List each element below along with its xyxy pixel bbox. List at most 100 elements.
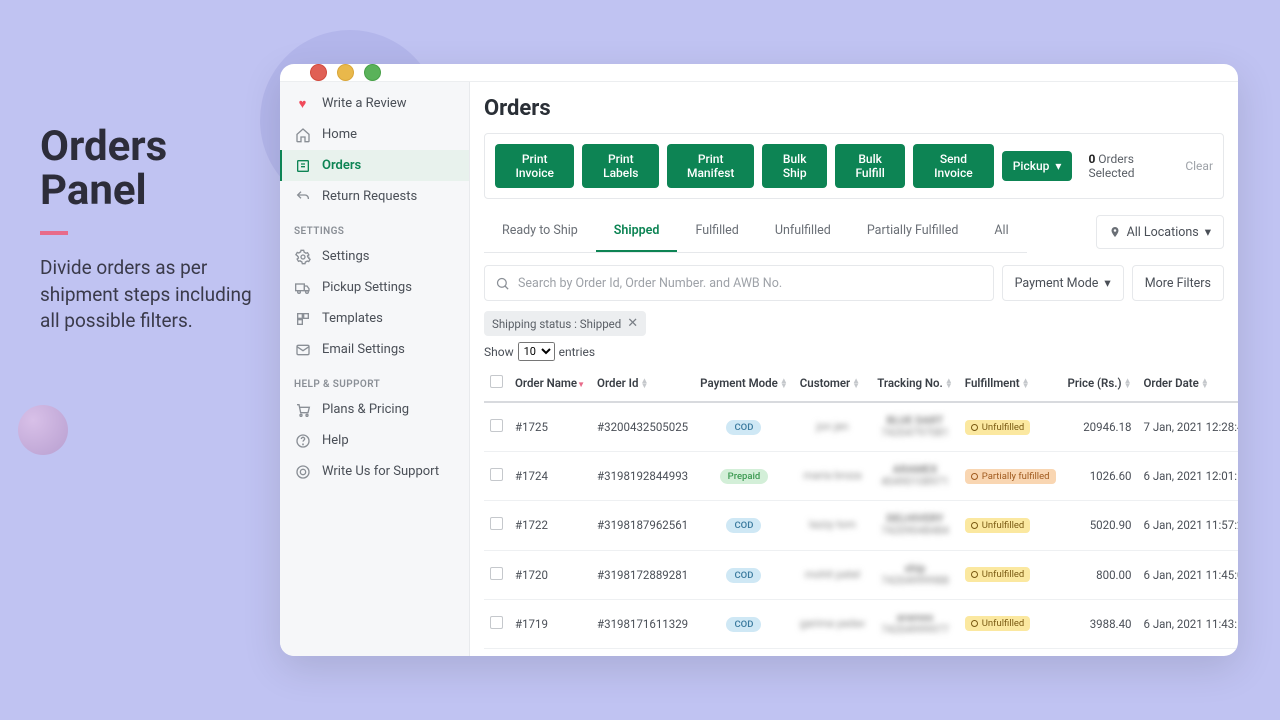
search-icon (495, 276, 510, 291)
sidebar-item-label: Templates (322, 311, 383, 326)
cell-date: 6 Jan, 2021 12:01:52 (1138, 452, 1239, 501)
cell-order-id: #3198187962561 (591, 501, 694, 550)
table-header-row: Order Name▼ Order Id▲▼ Payment Mode▲▼ Cu… (484, 365, 1238, 402)
fulfillment-badge: Unfulfilled (965, 518, 1031, 533)
sidebar-item-settings[interactable]: Settings (280, 241, 469, 272)
col-payment-mode[interactable]: Payment Mode▲▼ (694, 365, 794, 402)
selected-count-label: 0 Orders Selected (1088, 152, 1169, 180)
sidebar-item-plans[interactable]: Plans & Pricing (280, 394, 469, 425)
help-icon (294, 432, 311, 449)
row-checkbox[interactable] (490, 616, 503, 629)
payment-pill: Prepaid (720, 469, 769, 484)
sidebar-item-label: Pickup Settings (322, 280, 412, 295)
row-checkbox[interactable] (490, 567, 503, 580)
chevron-down-icon: ▾ (1055, 159, 1061, 173)
cell-tracking: DELHIVERY74209048484 (877, 513, 953, 537)
sidebar-item-label: Orders (322, 158, 361, 173)
sidebar-section-help: HELP & SUPPORT (280, 365, 469, 394)
tab-ready-to-ship[interactable]: Ready to Ship (484, 211, 596, 252)
col-fulfillment[interactable]: Fulfillment▲▼ (959, 365, 1062, 402)
cell-price: 1026.60 (1062, 452, 1138, 501)
sidebar-item-returns[interactable]: Return Requests (280, 181, 469, 212)
payment-pill: COD (726, 568, 761, 583)
cell-date: 6 Jan, 2021 11:45:08 (1138, 550, 1239, 599)
cell-tracking: ship74204999988 (877, 563, 953, 587)
cell-price: 20946.18 (1062, 402, 1138, 452)
pin-icon (1109, 226, 1121, 238)
truck-icon (294, 279, 311, 296)
col-price[interactable]: Price (Rs.)▲▼ (1062, 365, 1138, 402)
chevron-down-icon: ▾ (1104, 275, 1110, 291)
sidebar-item-orders[interactable]: Orders (280, 150, 469, 181)
cell-order-id: #3198169678017 (591, 648, 694, 656)
sidebar-item-label: Home (322, 127, 357, 142)
sidebar-item-label: Write a Review (322, 96, 407, 111)
table-row: #1720#3198172889281CODmohit patelship742… (484, 550, 1238, 599)
cell-order-name: #1718 (509, 648, 591, 656)
row-checkbox[interactable] (490, 419, 503, 432)
row-checkbox[interactable] (490, 517, 503, 530)
col-order-id[interactable]: Order Id▲▼ (591, 365, 694, 402)
sidebar-item-label: Plans & Pricing (322, 402, 409, 417)
close-icon[interactable] (310, 64, 327, 81)
print-labels-button[interactable]: Print Labels (582, 144, 659, 188)
sidebar-item-email-settings[interactable]: Email Settings (280, 334, 469, 365)
sidebar-item-support[interactable]: Write Us for Support (280, 456, 469, 487)
print-manifest-button[interactable]: Print Manifest (667, 144, 754, 188)
page-title: Orders (484, 96, 1224, 121)
cell-date: 6 Jan, 2021 11:40:54 (1138, 648, 1239, 656)
row-checkbox[interactable] (490, 468, 503, 481)
main-panel: Orders Print Invoice Print Labels Print … (470, 82, 1238, 656)
orders-table: Order Name▼ Order Id▲▼ Payment Mode▲▼ Cu… (484, 365, 1238, 656)
search-input[interactable] (518, 276, 983, 291)
cell-order-name: #1725 (509, 402, 591, 452)
tab-shipped[interactable]: Shipped (596, 211, 678, 252)
chevron-down-icon: ▾ (1205, 224, 1211, 240)
payment-mode-dropdown[interactable]: Payment Mode ▾ (1002, 265, 1124, 301)
app-window: ♥ Write a Review Home Orders Return Requ… (280, 64, 1238, 656)
sidebar-item-label: Help (322, 433, 349, 448)
table-row: #1725#3200432505025CODjon jenBLUE DART74… (484, 402, 1238, 452)
return-icon (294, 188, 311, 205)
clear-selection-link[interactable]: Clear (1185, 159, 1213, 173)
tab-fulfilled[interactable]: Fulfilled (677, 211, 756, 252)
minimize-icon[interactable] (337, 64, 354, 81)
send-invoice-button[interactable]: Send Invoice (913, 144, 994, 188)
col-order-name[interactable]: Order Name▼ (509, 365, 591, 402)
col-tracking[interactable]: Tracking No.▲▼ (871, 365, 959, 402)
promo-desc: Divide orders as per shipment steps incl… (40, 255, 260, 335)
chip-remove-icon[interactable]: ✕ (627, 316, 638, 331)
sidebar-item-help[interactable]: Help (280, 425, 469, 456)
tab-all[interactable]: All (976, 211, 1026, 252)
bulk-ship-button[interactable]: Bulk Ship (762, 144, 827, 188)
cell-price: 11800.00 (1062, 648, 1138, 656)
print-invoice-button[interactable]: Print Invoice (495, 144, 574, 188)
bulk-fulfill-button[interactable]: Bulk Fulfill (835, 144, 905, 188)
cell-date: 6 Jan, 2021 11:43:51 (1138, 599, 1239, 648)
cell-order-name: #1722 (509, 501, 591, 550)
cell-tracking: BLUE DART74204797081 (877, 415, 953, 439)
payment-pill: COD (726, 518, 761, 533)
status-tabs: Ready to Ship Shipped Fulfilled Unfulfil… (484, 211, 1027, 253)
tab-unfulfilled[interactable]: Unfulfilled (757, 211, 849, 252)
tab-partially-fulfilled[interactable]: Partially Fulfilled (849, 211, 977, 252)
select-all-checkbox[interactable] (490, 375, 503, 388)
home-icon (294, 126, 311, 143)
entries-select[interactable]: 10 (518, 342, 555, 361)
more-filters-button[interactable]: More Filters (1132, 265, 1224, 301)
orders-icon (294, 157, 311, 174)
maximize-icon[interactable] (364, 64, 381, 81)
cell-date: 7 Jan, 2021 12:28:44 (1138, 402, 1239, 452)
cell-order-name: #1719 (509, 599, 591, 648)
location-dropdown[interactable]: All Locations ▾ (1096, 215, 1224, 249)
pickup-dropdown-button[interactable]: Pickup ▾ (1002, 151, 1073, 181)
sidebar-item-home[interactable]: Home (280, 119, 469, 150)
sidebar-item-pickup-settings[interactable]: Pickup Settings (280, 272, 469, 303)
promo-divider (40, 231, 68, 235)
sidebar-item-templates[interactable]: Templates (280, 303, 469, 334)
sidebar-write-review[interactable]: ♥ Write a Review (280, 88, 469, 119)
sort-desc-icon: ▼ (577, 380, 585, 389)
col-order-date[interactable]: Order Date▲▼ (1138, 365, 1239, 402)
col-customer[interactable]: Customer▲▼ (794, 365, 871, 402)
sidebar-item-label: Return Requests (322, 189, 417, 204)
